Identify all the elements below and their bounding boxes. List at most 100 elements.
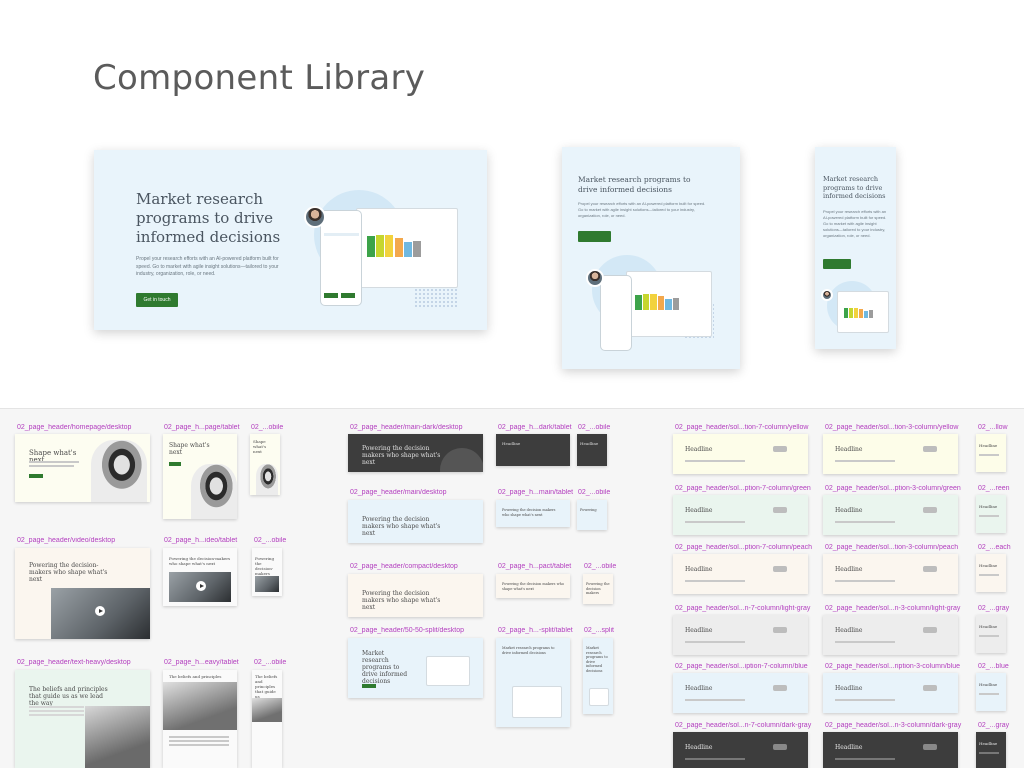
component-label[interactable]: 02_page_header/50-50-split/desktop: [350, 627, 490, 634]
homepage-desktop-thumb[interactable]: Shape what's next: [15, 434, 150, 502]
component-label[interactable]: 02_...obile: [578, 424, 618, 431]
component-label[interactable]: 02_...split: [584, 627, 624, 634]
solution-header-thumb[interactable]: Headline: [673, 434, 808, 474]
component-label[interactable]: 02_...gray: [978, 722, 1018, 729]
chart-bar: [394, 238, 403, 257]
video-desktop-thumb[interactable]: Powering the decision-makers who shape w…: [15, 548, 150, 639]
chart-bar: [367, 236, 376, 257]
text-heavy-desktop-thumb[interactable]: The beliefs and principles that guide us…: [15, 670, 150, 768]
component-label[interactable]: 02_page_h...main/tablet: [498, 489, 574, 496]
component-label[interactable]: 02_page_h...dark/tablet: [498, 424, 574, 431]
solution-header-thumb[interactable]: Headline: [823, 434, 958, 474]
hero-mobile-avatar: [821, 289, 833, 301]
compact-mobile-thumb[interactable]: Powering the decision makers: [583, 574, 613, 604]
bar-chart: [635, 288, 680, 310]
component-label[interactable]: 02_page_header/sol...tion-3-column/peach: [825, 544, 967, 551]
homepage-mobile-thumb[interactable]: Shape what's next: [250, 434, 280, 495]
split-tablet-thumb[interactable]: Market research programs to drive inform…: [496, 638, 570, 727]
component-label[interactable]: 02_...each: [978, 544, 1018, 551]
team-photo: [252, 698, 282, 722]
video-tablet-thumb[interactable]: Powering the decision-makers who shape w…: [163, 548, 237, 606]
component-label[interactable]: 02_page_header/sol...ption-3-column/gree…: [825, 485, 967, 492]
main-dark-mobile-thumb[interactable]: Headline: [577, 434, 607, 466]
component-label[interactable]: 02_page_h...-split/tablet: [498, 627, 574, 634]
play-icon[interactable]: [196, 581, 206, 591]
component-label[interactable]: 02_page_h...page/tablet: [164, 424, 244, 431]
component-label[interactable]: 02_...obile: [254, 537, 294, 544]
hero-cta-button[interactable]: Get in touch: [136, 293, 178, 307]
homepage-tablet-thumb[interactable]: Shape what's next: [163, 434, 237, 519]
component-label[interactable]: 02_page_header/main/desktop: [350, 489, 490, 496]
solution-header-thumb[interactable]: Headline: [673, 554, 808, 594]
text-heavy-tablet-thumb[interactable]: The beliefs and principles: [163, 670, 237, 768]
component-label[interactable]: 02_page_header/sol...ption-7-column/peac…: [675, 544, 817, 551]
component-label[interactable]: 02_page_header/sol...tion-3-column/yello…: [825, 424, 967, 431]
hero-mobile-preview[interactable]: Market research programs to drive inform…: [815, 147, 896, 349]
component-label[interactable]: 02_page_header/sol...ription-3-column/bl…: [825, 663, 967, 670]
main-tablet-thumb[interactable]: Powering the decision makers who shape w…: [496, 500, 570, 527]
component-label[interactable]: 02_...obile: [251, 424, 291, 431]
compact-desktop-thumb[interactable]: Powering the decision makers who shape w…: [348, 574, 483, 617]
solution-header-thumb[interactable]: Headline: [673, 615, 808, 655]
component-label[interactable]: 02_...obile: [578, 489, 618, 496]
component-label[interactable]: 02_page_header/sol...ption-7-column/gree…: [675, 485, 817, 492]
chart-bar: [650, 294, 657, 310]
component-label[interactable]: 02_page_h...eavy/tablet: [164, 659, 244, 666]
main-dark-tablet-thumb[interactable]: Headline: [496, 434, 570, 466]
video-mobile-thumb[interactable]: Powering the decision-makers: [252, 548, 282, 596]
main-dark-desktop-thumb[interactable]: Powering the decision makers who shape w…: [348, 434, 483, 472]
component-label[interactable]: 02_page_header/sol...n-3-column/dark-gra…: [825, 722, 967, 729]
solution-header-thumb[interactable]: Headline: [976, 434, 1006, 472]
solution-header-thumb[interactable]: Headline: [823, 554, 958, 594]
solution-headline: Headline: [685, 507, 713, 514]
solution-header-thumb[interactable]: Headline: [823, 732, 958, 768]
main-desktop-thumb[interactable]: Powering the decision makers who shape w…: [348, 500, 483, 543]
solution-header-thumb[interactable]: Headline: [976, 673, 1006, 711]
solution-headline: Headline: [979, 624, 998, 629]
component-label[interactable]: 02_...reen: [978, 485, 1018, 492]
solution-header-thumb[interactable]: Headline: [976, 615, 1006, 653]
compact-tablet-thumb[interactable]: Powering the decision makers who shape w…: [496, 574, 570, 598]
component-label[interactable]: 02_page_header/video/desktop: [17, 537, 157, 544]
play-icon[interactable]: [95, 606, 105, 616]
solution-header-thumb[interactable]: Headline: [976, 732, 1006, 768]
solution-headline: Headline: [835, 507, 863, 514]
component-label[interactable]: 02_page_h...ideo/tablet: [164, 537, 244, 544]
chart-bar: [844, 308, 848, 318]
component-label[interactable]: 02_page_header/sol...tion-7-column/yello…: [675, 424, 817, 431]
solution-header-thumb[interactable]: Headline: [673, 495, 808, 535]
text-heavy-mobile-thumb[interactable]: The beliefs and principles that guide us: [252, 670, 282, 768]
hero-mobile-body: Propel your research efforts with an AI-…: [823, 209, 887, 238]
component-label[interactable]: 02_...blue: [978, 663, 1018, 670]
hero-tablet-preview[interactable]: Market research programs to drive inform…: [562, 147, 740, 369]
component-label[interactable]: 02_page_header/main-dark/desktop: [350, 424, 490, 431]
solution-header-thumb[interactable]: Headline: [673, 673, 808, 713]
component-label[interactable]: 02_...gray: [978, 605, 1018, 612]
solution-header-thumb[interactable]: Headline: [673, 732, 808, 768]
component-label[interactable]: 02_page_header/homepage/desktop: [17, 424, 157, 431]
component-label[interactable]: 02_page_header/sol...n-3-column/light-gr…: [825, 605, 967, 612]
component-label[interactable]: 02_...obile: [584, 563, 624, 570]
component-label[interactable]: 02_page_header/sol...iption-7-column/blu…: [675, 663, 817, 670]
solution-header-thumb[interactable]: Headline: [823, 673, 958, 713]
solution-header-thumb[interactable]: Headline: [823, 495, 958, 535]
hero-desktop-preview[interactable]: Market research programs to drive inform…: [94, 150, 487, 330]
component-label[interactable]: 02_...obile: [254, 659, 294, 666]
solution-header-thumb[interactable]: Headline: [976, 554, 1006, 592]
hero-mobile-cta[interactable]: [823, 259, 851, 269]
split-mobile-thumb[interactable]: Market research programs to drive inform…: [583, 638, 613, 714]
main-mobile-thumb[interactable]: Powering: [577, 500, 607, 530]
component-label[interactable]: 02_page_h...pact/tablet: [498, 563, 574, 570]
page-title: Component Library: [93, 58, 426, 98]
component-label[interactable]: 02_page_header/compact/desktop: [350, 563, 490, 570]
bar-chart: [367, 227, 422, 257]
split-desktop-thumb[interactable]: Market research programs to drive inform…: [348, 638, 483, 698]
component-label[interactable]: 02_...llow: [978, 424, 1018, 431]
solution-header-thumb[interactable]: Headline: [976, 495, 1006, 533]
chart-bar: [403, 242, 412, 257]
component-label[interactable]: 02_page_header/sol...n-7-column/light-gr…: [675, 605, 817, 612]
hero-tablet-cta[interactable]: [578, 231, 611, 242]
component-label[interactable]: 02_page_header/sol...n-7-column/dark-gra…: [675, 722, 817, 729]
component-label[interactable]: 02_page_header/text-heavy/desktop: [17, 659, 157, 666]
solution-header-thumb[interactable]: Headline: [823, 615, 958, 655]
